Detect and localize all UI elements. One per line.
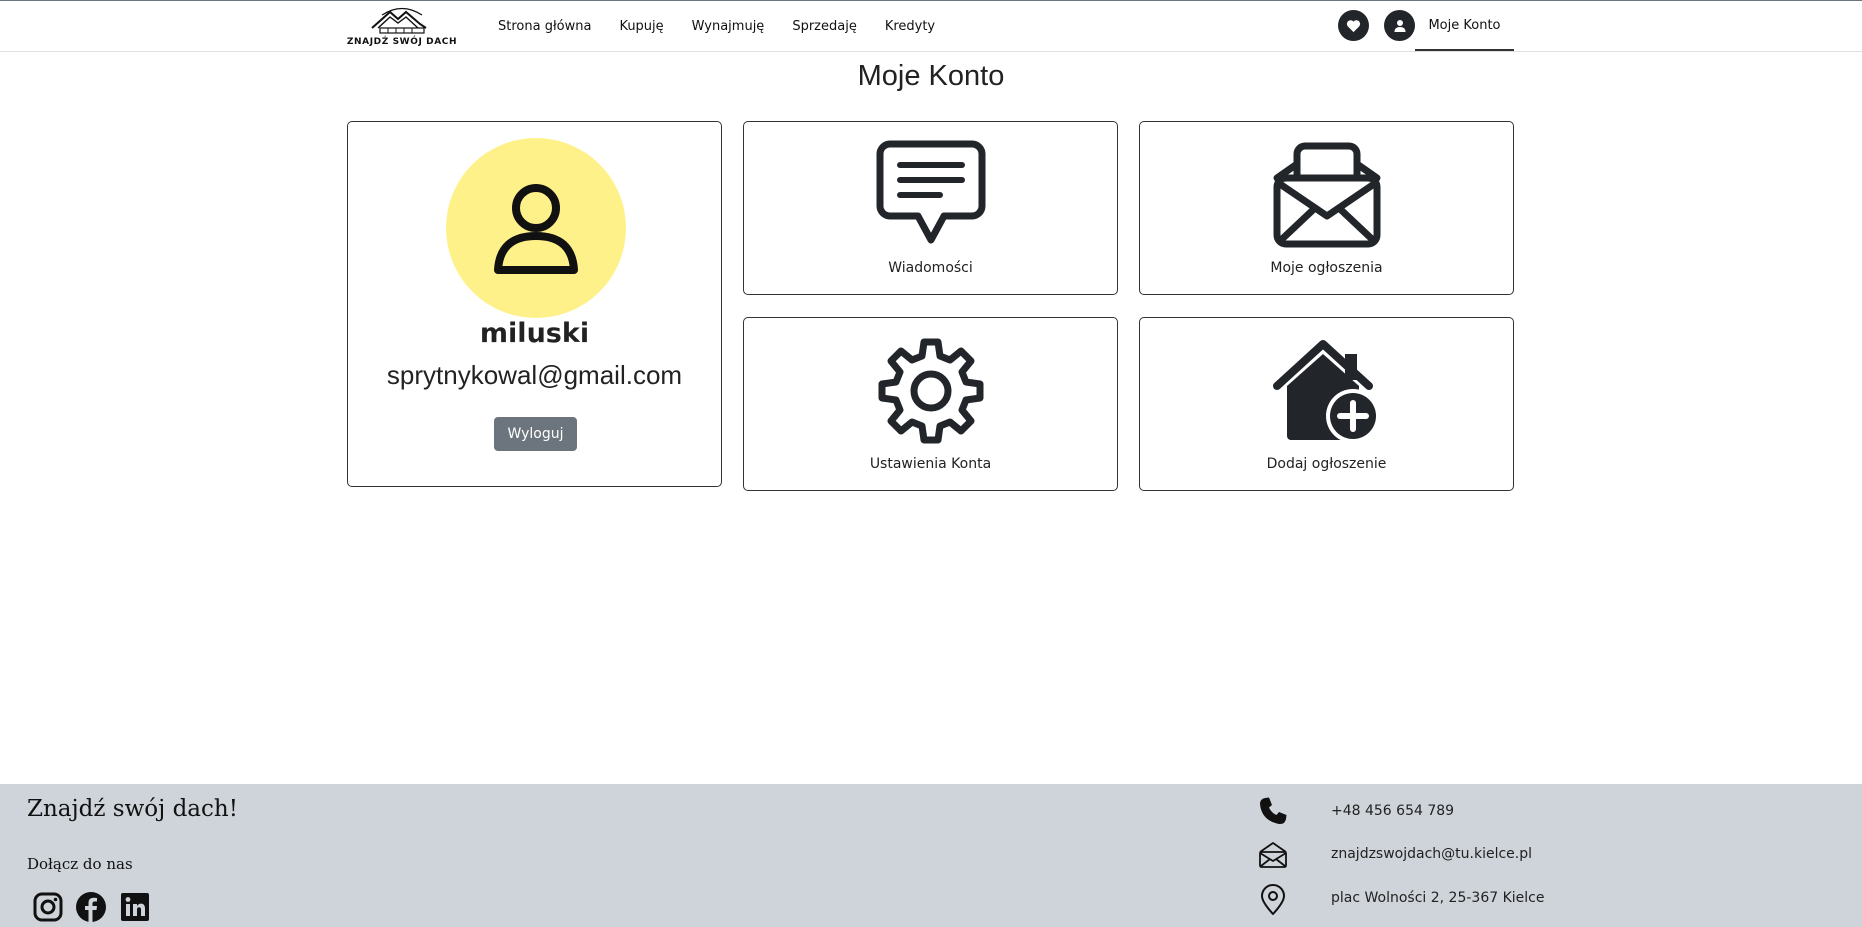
message-icon [876,140,985,244]
instagram-icon[interactable] [32,891,64,923]
linkedin-icon[interactable] [119,891,151,923]
logo-roof-icon [371,7,427,34]
my-listings-label: Moje ogłoszenia [1270,260,1383,276]
main-nav: Strona główna Kupuję Wynajmuję Sprzedaję… [484,1,949,51]
user-avatar-icon [494,184,578,274]
gear-icon [878,338,983,444]
favorites-button[interactable] [1338,10,1369,41]
profile-card: miluski sprytnykowal@gmail.com Wyloguj [347,121,722,487]
messages-tile[interactable]: Wiadomości [743,121,1118,295]
add-listing-tile[interactable]: Dodaj ogłoszenie [1139,317,1514,491]
footer-join-label: Dołącz do nas [27,855,133,873]
my-account-link[interactable]: Moje Konto [1415,1,1514,51]
nav-home[interactable]: Strona główna [498,19,591,34]
user-email: sprytnykowal@gmail.com [386,360,683,390]
messages-label: Wiadomości [888,260,973,276]
nav-buy[interactable]: Kupuję [619,19,663,34]
phone-number[interactable]: +48 456 654 789 [1331,803,1454,819]
footer: Znajdź swój dach! Dołącz do nas +48 456 … [0,784,1862,927]
footer-title: Znajdź swój dach! [27,796,238,822]
user-icon [1394,19,1405,32]
account-settings-tile[interactable]: Ustawienia Konta [743,317,1118,491]
nav-loans[interactable]: Kredyty [885,19,935,34]
house-add-icon [1272,340,1380,443]
nav-rent[interactable]: Wynajmuję [692,19,765,34]
username: miluski [479,318,590,349]
contact-email[interactable]: znajdzswojdach@tu.kielce.pl [1331,846,1532,862]
location-icon [1258,884,1288,920]
phone-icon [1258,796,1288,830]
my-listings-tile[interactable]: Moje ogłoszenia [1139,121,1514,295]
logo-text: ZNAJDŹ SWÓJ DACH [346,37,458,47]
facebook-icon[interactable] [75,891,107,923]
page-title: Moje Konto [857,60,1005,92]
navbar: ZNAJDŹ SWÓJ DACH Strona główna Kupuję Wy… [0,1,1862,52]
account-button[interactable] [1384,10,1415,41]
add-listing-label: Dodaj ogłoszenie [1266,456,1387,472]
contact-address: plac Wolności 2, 25-367 Kielce [1331,890,1545,906]
account-settings-label: Ustawienia Konta [869,456,992,472]
site-logo[interactable]: ZNAJDŹ SWÓJ DACH [346,6,458,48]
nav-sell[interactable]: Sprzedaję [792,19,857,34]
open-envelope-icon [1273,142,1380,248]
avatar [446,138,626,318]
logout-button[interactable]: Wyloguj [494,417,577,451]
envelope-icon [1258,841,1288,873]
heart-icon [1346,19,1361,32]
